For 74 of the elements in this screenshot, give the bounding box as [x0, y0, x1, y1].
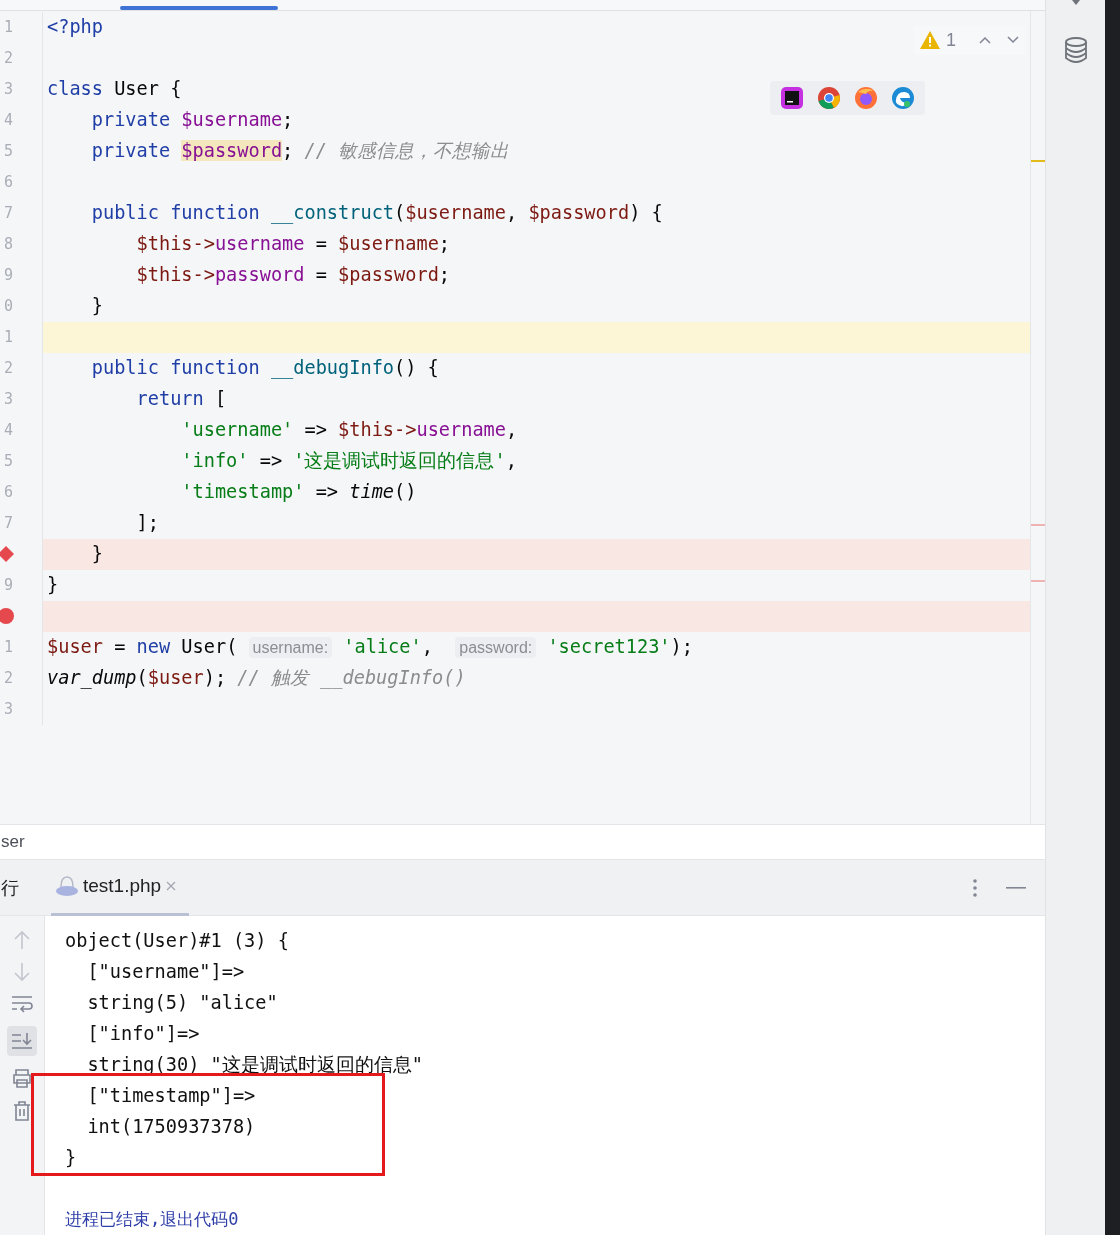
panel-title: 行 [1, 876, 19, 900]
line-number: 9 [3, 266, 13, 285]
line-number: 6 [3, 173, 13, 192]
warning-icon [920, 31, 941, 50]
browser-icon[interactable] [854, 85, 878, 110]
line-number: 5 [3, 142, 13, 161]
line-number: 1 [3, 638, 13, 657]
trash-icon[interactable] [12, 1100, 32, 1122]
close-icon[interactable] [165, 880, 178, 892]
code-line: private $username; [90, 108, 294, 133]
line-number: 0 [3, 297, 13, 316]
database-icon[interactable] [1063, 37, 1088, 63]
code-line: 'username' => $this->username, [180, 418, 518, 443]
console-line: ["username"]=> [86, 960, 246, 984]
code-line: } [90, 294, 103, 319]
code-line: public function __construct($username, $password) { [90, 201, 663, 226]
line-number: 7 [3, 514, 13, 533]
browser-icon[interactable] [891, 85, 915, 110]
line-number: 6 [3, 483, 13, 502]
scroll-mark [1031, 523, 1046, 526]
scroll-mark [1031, 159, 1046, 162]
console-line: } [65, 1146, 78, 1170]
code-line: 'info' => '这是调试时返回的信息', [180, 449, 517, 474]
code-line: <?php [47, 15, 103, 40]
line-number: 3 [3, 390, 13, 409]
soft-wrap-icon[interactable] [11, 994, 33, 1014]
code-line: private $password; // 敏感信息，不想输出 [90, 139, 510, 164]
code-line: var_dump($user); // 触发 __debugInfo() [47, 666, 466, 691]
scroll-mark [1031, 579, 1046, 582]
line-number: 5 [3, 452, 13, 471]
line-number: 3 [3, 700, 13, 719]
ide-icon[interactable] [780, 85, 804, 110]
code-line: ]; [135, 511, 159, 536]
console-line: string(30) "这是调试时返回的信息" [86, 1053, 423, 1077]
code-line: $this->password = $password; [135, 263, 451, 288]
line-number: 4 [3, 421, 13, 440]
line-number: 4 [3, 111, 13, 130]
print-icon[interactable] [11, 1068, 33, 1088]
code-line: public function __debugInfo() { [90, 356, 439, 381]
code-line: } [90, 542, 103, 567]
breakpoint-icon[interactable] [0, 607, 14, 624]
php-file-icon [55, 875, 79, 897]
code-line: 'timestamp' => time() [180, 480, 417, 505]
line-number: 2 [3, 669, 13, 688]
line-number: 2 [3, 359, 13, 378]
breakpoint-icon[interactable] [0, 545, 14, 562]
scroll-to-end-icon [11, 1031, 33, 1051]
line-number: 8 [3, 235, 13, 254]
scrollbar[interactable] [1030, 10, 1046, 825]
line-number: 3 [3, 80, 13, 99]
console-line: ["timestamp"]=> [86, 1084, 257, 1108]
more-icon[interactable] [972, 877, 979, 898]
console-line: ["info"]=> [86, 1022, 201, 1046]
console-line: int(1750937378) [86, 1115, 257, 1139]
line-number: 1 [3, 18, 13, 37]
code-line: $user = new User( username: 'alice', password: 'secret123'); [47, 634, 693, 660]
line-number: 9 [3, 576, 13, 595]
chevron-up-icon[interactable] [978, 35, 993, 46]
console-line: string(5) "alice" [86, 991, 279, 1015]
code-line: class User { [47, 77, 182, 102]
line-number: 7 [3, 204, 13, 223]
browser-icon[interactable] [817, 85, 841, 110]
warning-count: 1 [946, 29, 957, 51]
code-line: $this->username = $username; [135, 232, 451, 257]
breadcrumb-item[interactable]: ser [1, 832, 25, 853]
caret-icon[interactable] [1071, 0, 1080, 5]
chevron-down-icon[interactable] [1006, 35, 1021, 46]
code-line: return [ [135, 387, 227, 412]
scroll-to-end-button[interactable] [7, 1026, 37, 1056]
line-number: 1 [3, 328, 13, 347]
console-line: object(User)#1 (3) { [65, 929, 290, 953]
exit-message: 进程已结束,退出代码0 [65, 1208, 240, 1231]
line-number: 2 [3, 49, 13, 68]
code-line: } [47, 573, 59, 598]
